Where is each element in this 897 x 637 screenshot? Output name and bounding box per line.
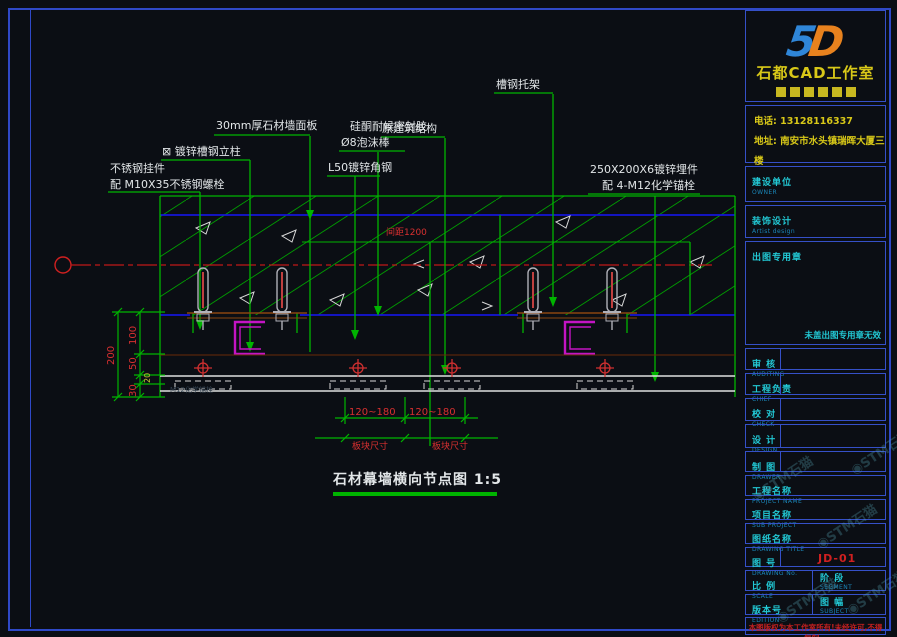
spacing-note: 间距1200 bbox=[386, 227, 427, 239]
drawing-title-scale: 1:5 bbox=[474, 472, 502, 488]
sheet-label-en: SUBJECT bbox=[820, 608, 849, 615]
stamp-box: 出图专用章 未盖出图专用章无效 bbox=[745, 241, 886, 345]
structure-wall bbox=[160, 355, 735, 391]
row-chief: 工程负责CHIEF bbox=[745, 373, 886, 395]
row-design: 设 计DESIGN bbox=[745, 424, 886, 448]
anchors bbox=[194, 359, 614, 377]
callout-foam-rod: Ø8泡沫棒 bbox=[341, 137, 390, 149]
dim-total: 200 bbox=[106, 346, 118, 365]
logo-d: D bbox=[805, 17, 847, 66]
drawing-title-text: 石材幕墙横向节点图 bbox=[333, 472, 468, 488]
cad-sheet: 30mm厚石材墙面板 ⊠ 镀锌槽钢立柱 不锈钢挂件 配 M10X35不锈钢螺栓 … bbox=[0, 0, 897, 637]
scale-label: 比 例 bbox=[752, 582, 776, 592]
row-audit: 审 核AUDITING bbox=[745, 348, 886, 370]
drawing-no-value: JD-01 bbox=[818, 552, 856, 565]
row-check: 校 对CHECK bbox=[745, 398, 886, 421]
title-underline bbox=[333, 492, 497, 496]
design-label-en: Artist design bbox=[752, 228, 885, 235]
row-audit-label: 审 核 bbox=[752, 360, 776, 370]
owner-box: 建设单位 OWNER bbox=[745, 166, 886, 202]
copyright-note: 本图版权为本工作室所有!未经许可,不得复制。 bbox=[745, 617, 886, 635]
callout-bracket: 槽钢托架 bbox=[496, 79, 540, 91]
stamp-note: 未盖出图专用章无效 bbox=[804, 329, 881, 341]
drawing-no-label: 图 号 bbox=[752, 559, 776, 569]
drawing-title-label: 图纸名称 bbox=[752, 535, 792, 545]
dim-seg-1: 100 bbox=[128, 326, 140, 345]
dim-seg-4: 30 bbox=[128, 384, 140, 397]
dim-joint-label-1: 板块尺寸 bbox=[352, 441, 388, 453]
callout-stone-panel: 30mm厚石材墙面板 bbox=[216, 120, 317, 132]
contact-box: 电话: 13128116337 地址: 南安市水头镇瑞晖大厦三楼 bbox=[745, 105, 886, 163]
design-label: 装饰设计 bbox=[752, 217, 792, 227]
row-design-label: 设 计 bbox=[752, 436, 776, 446]
callout-angle-steel: L50镀锌角钢 bbox=[328, 162, 392, 174]
row-check-label: 校 对 bbox=[752, 410, 776, 420]
callout-channel-column: ⊠ 镀锌槽钢立柱 bbox=[162, 146, 241, 158]
dim-joint-label-2: 板块尺寸 bbox=[432, 441, 468, 453]
callout-embed-1: 250X200X6镀锌埋件 bbox=[590, 164, 698, 176]
row-chief-label: 工程负责 bbox=[752, 385, 792, 395]
stamp-label: 出图专用章 bbox=[752, 253, 802, 263]
stone-panel-band bbox=[160, 196, 735, 315]
dim-joint-1: 120~180 bbox=[349, 407, 396, 419]
phone: 电话: 13128116337 bbox=[754, 112, 885, 132]
dim-joint-2: 120~180 bbox=[409, 407, 456, 419]
callout-structure: 原建筑结构 bbox=[382, 123, 437, 135]
anchor-note: M12化学锚栓 bbox=[170, 384, 213, 396]
logo: 5D bbox=[746, 17, 885, 66]
owner-label: 建设单位 bbox=[752, 178, 792, 188]
bottom-dims bbox=[315, 397, 498, 442]
callout-embed-2: 配 4-M12化学锚栓 bbox=[602, 180, 695, 192]
callout-hanger-2: 配 M10X35不锈钢螺栓 bbox=[110, 179, 225, 191]
callout-hanger-1: 不锈钢挂件 bbox=[110, 163, 165, 175]
drawing-title: 石材幕墙横向节点图 1:5 bbox=[333, 474, 502, 486]
embed-plates bbox=[175, 381, 633, 389]
logo-box: 5D 石都CAD工作室 bbox=[745, 10, 886, 102]
logo-badges bbox=[746, 87, 885, 97]
dim-seg-3: 20 bbox=[142, 373, 154, 383]
owner-label-en: OWNER bbox=[752, 189, 885, 196]
design-box: 装饰设计 Artist design bbox=[745, 205, 886, 238]
dim-seg-2: 50 bbox=[128, 357, 140, 370]
sub-project-label: 项目名称 bbox=[752, 511, 792, 521]
row-drawing-no: 图 号DRAWING No. JD-01 bbox=[745, 547, 886, 567]
